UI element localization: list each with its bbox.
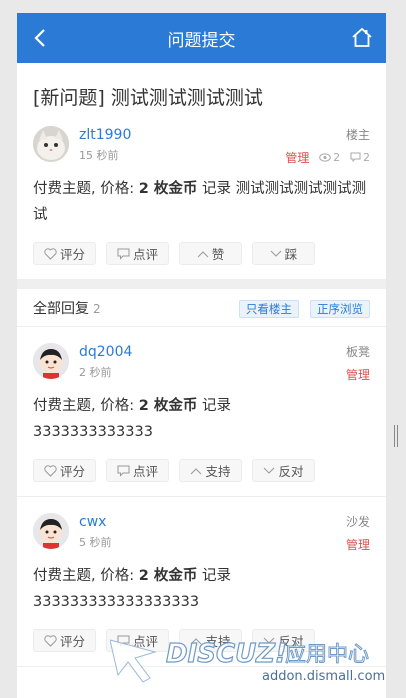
- post-time: 5 秒前: [79, 536, 112, 549]
- comment-button[interactable]: 点评: [106, 242, 169, 265]
- avatar[interactable]: [33, 343, 69, 379]
- cartoon-avatar-icon: [33, 513, 69, 549]
- heart-icon: [44, 634, 57, 647]
- cartoon-avatar-icon: [33, 343, 69, 379]
- floor-label: 楼主: [345, 128, 370, 142]
- oppose-button[interactable]: 反对: [252, 459, 315, 482]
- comment-icon: [350, 152, 361, 162]
- reply-section-header: 全部回复 2 只看楼主 正序浏览: [17, 289, 386, 327]
- top-bar: 问题提交: [17, 13, 386, 63]
- only-op-button[interactable]: 只看楼主: [238, 300, 299, 318]
- chevron-up-icon: [197, 250, 209, 257]
- rate-button[interactable]: 评分: [33, 242, 96, 265]
- thread-title: [新问题] 测试测试测试测试: [33, 87, 263, 109]
- heart-icon: [44, 247, 57, 260]
- reply-item: cwx 5 秒前 沙发 管理 付费主题, 价格: 2 枚金币 记录 3333333…: [17, 497, 386, 667]
- post-content: 付费主题, 价格: 2 枚金币 记录 333333333333333333: [33, 568, 231, 610]
- floor-label: 沙发: [345, 515, 370, 529]
- home-icon[interactable]: [350, 26, 374, 50]
- chevron-down-icon: [264, 637, 275, 644]
- section-divider: [17, 279, 386, 289]
- comment-icon: [117, 635, 130, 647]
- avatar[interactable]: [33, 513, 69, 549]
- sort-order-button[interactable]: 正序浏览: [310, 300, 370, 318]
- like-button[interactable]: 赞: [179, 242, 242, 265]
- post-time: 15 秒前: [79, 149, 119, 162]
- page-title: 问题提交: [167, 30, 236, 51]
- eye-icon: [319, 153, 331, 162]
- support-button[interactable]: 支持: [179, 459, 242, 482]
- rate-button[interactable]: 评分: [33, 459, 96, 482]
- comment-button[interactable]: 点评: [106, 459, 169, 482]
- phone-screen: 问题提交 [新问题] 测试测试测试测试 zlt1990 15 秒前 楼主 管理 …: [17, 13, 386, 698]
- cat-avatar-icon: [33, 126, 69, 162]
- manage-link[interactable]: 管理: [346, 536, 370, 553]
- main-post: zlt1990 15 秒前 楼主 管理 2 2 付费主题, 价格: 2 枚金币 …: [17, 120, 386, 279]
- manage-link[interactable]: 管理: [285, 151, 309, 165]
- chevron-down-icon: [270, 250, 282, 257]
- dislike-button[interactable]: 踩: [252, 242, 315, 265]
- view-count: 2: [319, 151, 340, 164]
- comment-icon: [117, 465, 130, 477]
- rate-button[interactable]: 评分: [33, 629, 96, 652]
- comment-icon: [117, 248, 130, 260]
- support-button[interactable]: 支持: [179, 629, 242, 652]
- all-replies-label: 全部回复: [33, 300, 89, 317]
- scroll-handle-icon[interactable]: [393, 425, 399, 447]
- chevron-down-icon: [264, 467, 275, 474]
- reply-count: 2: [350, 151, 370, 164]
- oppose-button[interactable]: 反对: [252, 629, 315, 652]
- reply-item: dq2004 2 秒前 板凳 管理 付费主题, 价格: 2 枚金币 记录 3333…: [17, 327, 386, 497]
- floor-label: 板凳: [345, 345, 370, 359]
- heart-icon: [44, 464, 57, 477]
- avatar[interactable]: [33, 126, 69, 162]
- post-time: 2 秒前: [79, 366, 112, 379]
- author-name[interactable]: zlt1990: [79, 126, 285, 144]
- author-name[interactable]: cwx: [79, 513, 346, 531]
- manage-link[interactable]: 管理: [346, 366, 370, 383]
- reply-total: 2: [93, 301, 101, 316]
- comment-button[interactable]: 点评: [106, 629, 169, 652]
- back-arrow-icon[interactable]: [31, 27, 51, 49]
- chevron-up-icon: [191, 467, 202, 474]
- author-name[interactable]: dq2004: [79, 343, 346, 361]
- post-content: 付费主题, 价格: 2 枚金币 记录 3333333333333: [33, 398, 231, 440]
- chevron-up-icon: [191, 637, 202, 644]
- post-content: 付费主题, 价格: 2 枚金币 记录 测试测试测试测试测试: [33, 181, 367, 223]
